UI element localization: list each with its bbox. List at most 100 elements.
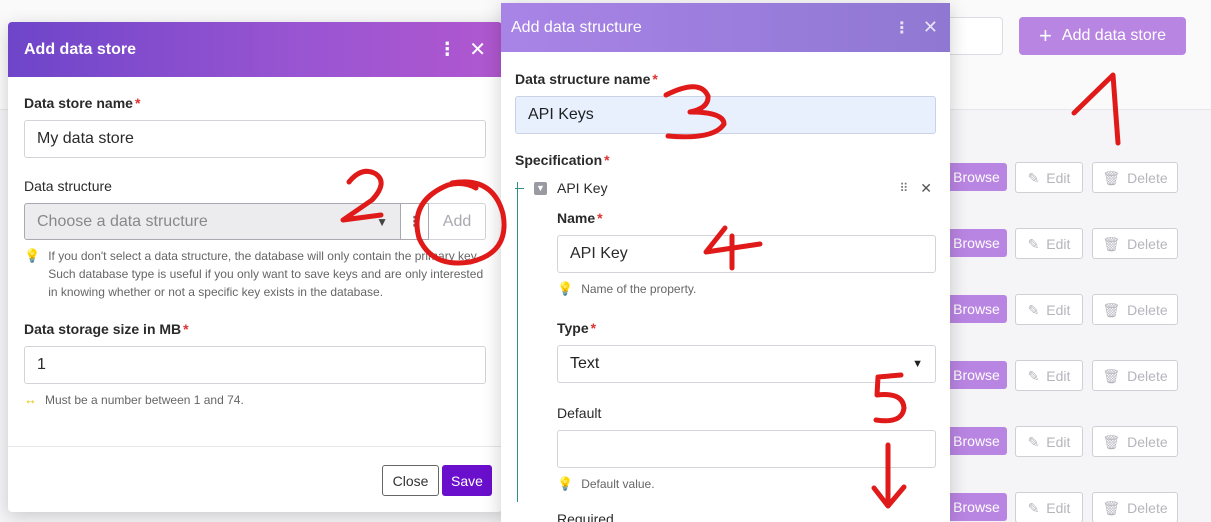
list-item: Browse ✎ Edit 🗑 Delete xyxy=(946,162,1186,193)
trash-icon: 🗑 xyxy=(1102,499,1121,516)
spec-item-fields: Name* 💡 Name of the property. Type* Text… xyxy=(557,210,936,522)
data-structure-hint: 💡 If you don't select a data structure, … xyxy=(24,248,484,299)
edit-label: Edit xyxy=(1046,235,1071,252)
list-item: Browse ✎ Edit 🗑 Delete xyxy=(946,492,1186,522)
edit-icon: ✎ xyxy=(1027,499,1040,516)
browse-button[interactable]: Browse xyxy=(946,361,1007,389)
delete-button[interactable]: 🗑 Delete xyxy=(1092,162,1178,193)
list-item: Browse ✎ Edit 🗑 Delete xyxy=(946,426,1186,457)
edit-button[interactable]: ✎ Edit xyxy=(1015,426,1083,457)
collapse-icon[interactable]: ▼ xyxy=(534,181,547,195)
spec-item-header: ▼ API Key ⠿ ✕ xyxy=(515,176,936,200)
trash-icon: 🗑 xyxy=(1102,235,1121,252)
structure-name-input[interactable]: API Keys xyxy=(515,96,936,134)
range-arrows-icon: ↔ xyxy=(24,392,37,407)
caret-down-icon: ▼ xyxy=(912,358,923,370)
more-options-icon[interactable]: ⋮ xyxy=(438,39,456,60)
browse-button[interactable]: Browse xyxy=(946,493,1007,521)
delete-label: Delete xyxy=(1127,169,1168,186)
edit-icon: ✎ xyxy=(1027,301,1040,318)
property-name-hint: 💡 Name of the property. xyxy=(557,281,697,296)
dialog-footer: Close Save xyxy=(8,446,502,512)
edit-button[interactable]: ✎ Edit xyxy=(1015,162,1083,193)
property-type-select[interactable]: Text ▼ xyxy=(557,345,936,383)
default-label: Default xyxy=(557,405,602,421)
edit-button[interactable]: ✎ Edit xyxy=(1015,492,1083,522)
close-icon[interactable]: ✕ xyxy=(469,37,486,62)
edit-icon: ✎ xyxy=(1027,367,1040,384)
trash-icon: 🗑 xyxy=(1102,433,1121,450)
dialog-title: Add data structure xyxy=(511,18,642,36)
property-name-input[interactable] xyxy=(557,235,936,273)
drag-handle-icon[interactable]: ⠿ xyxy=(899,181,908,195)
edit-button[interactable]: ✎ Edit xyxy=(1015,294,1083,325)
property-name-label: Name * xyxy=(557,210,603,226)
delete-label: Delete xyxy=(1127,499,1168,516)
edit-button[interactable]: ✎ Edit xyxy=(1015,228,1083,259)
property-type-value: Text xyxy=(570,355,600,372)
spec-item-name: API Key xyxy=(557,180,608,196)
delete-label: Delete xyxy=(1127,301,1168,318)
list-item: Browse ✎ Edit 🗑 Delete xyxy=(946,228,1186,259)
lightbulb-icon: 💡 xyxy=(557,281,574,296)
store-name-input[interactable] xyxy=(24,120,486,158)
storage-size-label: Data storage size in MB * xyxy=(24,321,189,337)
dialog-header: Add data structure ⋮ ✕ xyxy=(501,3,950,52)
delete-button[interactable]: 🗑 Delete xyxy=(1092,492,1178,522)
remove-item-icon[interactable]: ✕ xyxy=(920,180,932,197)
structure-name-label: Data structure name * xyxy=(515,71,658,87)
required-label: Required xyxy=(557,511,614,522)
trash-icon: 🗑 xyxy=(1102,367,1121,384)
add-data-store-dialog: Add data store ⋮ ✕ Data store name* Data… xyxy=(8,22,502,512)
browse-button[interactable]: Browse xyxy=(946,229,1007,257)
add-data-structure-button[interactable]: Add xyxy=(429,203,486,240)
data-structure-row: Choose a data structure ▼ ⋮ Add xyxy=(24,203,486,240)
delete-button[interactable]: 🗑 Delete xyxy=(1092,426,1178,457)
more-options-icon[interactable]: ⋮ xyxy=(894,18,910,38)
edit-icon: ✎ xyxy=(1027,235,1040,252)
storage-size-hint: ↔ Must be a number between 1 and 74. xyxy=(24,392,244,407)
delete-button[interactable]: 🗑 Delete xyxy=(1092,360,1178,391)
save-button[interactable]: Save xyxy=(442,465,492,496)
data-structure-placeholder: Choose a data structure xyxy=(37,212,208,230)
delete-button[interactable]: 🗑 Delete xyxy=(1092,228,1178,259)
search-input[interactable] xyxy=(946,17,1003,55)
store-name-label: Data store name * xyxy=(24,95,141,111)
tree-line xyxy=(517,182,518,502)
edit-icon: ✎ xyxy=(1027,433,1040,450)
delete-label: Delete xyxy=(1127,235,1168,252)
dialog-title: Add data store xyxy=(24,40,137,58)
trash-icon: 🗑 xyxy=(1102,169,1121,186)
caret-down-icon: ▼ xyxy=(376,214,388,229)
edit-button[interactable]: ✎ Edit xyxy=(1015,360,1083,391)
plus-icon: + xyxy=(1039,23,1052,48)
list-item: Browse ✎ Edit 🗑 Delete xyxy=(946,294,1186,325)
browse-button[interactable]: Browse xyxy=(946,295,1007,323)
delete-button[interactable]: 🗑 Delete xyxy=(1092,294,1178,325)
data-structure-label: Data structure xyxy=(24,178,112,194)
add-data-store-label: Add data store xyxy=(1061,27,1166,44)
close-button[interactable]: Close xyxy=(382,465,439,496)
lightbulb-icon: 💡 xyxy=(557,476,574,491)
browse-button[interactable]: Browse xyxy=(946,163,1007,191)
edit-icon: ✎ xyxy=(1027,169,1040,186)
trash-icon: 🗑 xyxy=(1102,301,1121,318)
browse-button[interactable]: Browse xyxy=(946,427,1007,455)
property-type-label: Type * xyxy=(557,320,597,336)
delete-label: Delete xyxy=(1127,367,1168,384)
lightbulb-icon: 💡 xyxy=(24,248,41,263)
add-data-structure-dialog: Add data structure ⋮ ✕ Data structure na… xyxy=(501,3,950,522)
default-value-hint: 💡 Default value. xyxy=(557,476,655,491)
edit-label: Edit xyxy=(1046,367,1071,384)
data-structure-select[interactable]: Choose a data structure ▼ xyxy=(24,203,401,240)
more-options-icon[interactable]: ⋮ xyxy=(401,203,429,240)
edit-label: Edit xyxy=(1046,499,1071,516)
dialog-header: Add data store ⋮ ✕ xyxy=(8,22,502,77)
default-value-input[interactable] xyxy=(557,430,936,468)
delete-label: Delete xyxy=(1127,433,1168,450)
close-icon[interactable]: ✕ xyxy=(923,17,938,38)
add-data-store-button[interactable]: + Add data store xyxy=(1019,17,1186,55)
edit-label: Edit xyxy=(1046,301,1071,318)
storage-size-input[interactable] xyxy=(24,346,486,384)
specification-section: Specification* ▼ API Key ⠿ ✕ Name* 💡 Nam… xyxy=(515,152,936,522)
